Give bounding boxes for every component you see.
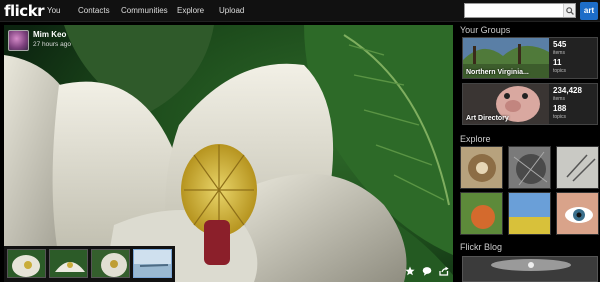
nav-upload[interactable]: Upload (219, 0, 244, 22)
top-nav: flickr You Contacts Communities Explore … (0, 0, 600, 22)
explore-title[interactable]: Explore (460, 134, 491, 144)
group-items-count: 234,428 (553, 86, 582, 95)
explore-photo[interactable] (460, 192, 503, 235)
search-icon[interactable] (563, 4, 575, 17)
nav-explore[interactable]: Explore (177, 0, 204, 22)
explore-photo[interactable] (556, 192, 599, 235)
explore-photo[interactable] (508, 146, 551, 189)
comment-icon[interactable] (420, 264, 434, 278)
group-card[interactable]: Northern Virginia... 545 items 11 topics (462, 37, 598, 79)
group-items-label: items (553, 50, 565, 56)
thumbnail[interactable] (49, 249, 88, 278)
blog-image[interactable] (462, 256, 598, 282)
group-topics-label: topics (553, 68, 567, 74)
explore-photo[interactable] (508, 192, 551, 235)
group-card[interactable]: Art Directory 234,428 items 188 topics (462, 83, 598, 125)
flickr-logo[interactable]: flickr (4, 2, 45, 20)
photostream-thumbnails (4, 246, 175, 282)
group-topics-count: 11 (553, 58, 562, 67)
groups-title[interactable]: Your Groups (460, 25, 510, 35)
explore-photo[interactable] (556, 146, 599, 189)
photo-viewer[interactable] (4, 25, 453, 282)
favorite-star-icon[interactable] (403, 264, 417, 278)
search-input[interactable] (465, 4, 563, 17)
thumbnail[interactable] (91, 249, 130, 278)
photo-owner: Mim Keo 27 hours ago (8, 30, 71, 51)
photo-actions (403, 264, 451, 278)
group-name: Northern Virginia... (466, 69, 529, 76)
posted-time: 27 hours ago (33, 41, 71, 48)
group-items-count: 545 (553, 40, 567, 49)
thumbnail[interactable] (7, 249, 46, 278)
right-sidebar: Your Groups Northern Virginia... 545 ite… (460, 22, 600, 282)
explore-photo[interactable] (460, 146, 503, 189)
owner-name[interactable]: Mim Keo (33, 30, 71, 39)
magnolia-photo (4, 25, 453, 282)
art-badge[interactable]: art (580, 2, 598, 20)
search-box (464, 3, 576, 18)
group-topics-count: 188 (553, 104, 567, 113)
nav-you[interactable]: You (47, 0, 61, 22)
nav-communities[interactable]: Communities (121, 0, 168, 22)
group-topics-label: topics (553, 114, 567, 120)
group-name: Art Directory (466, 115, 509, 122)
nav-contacts[interactable]: Contacts (78, 0, 110, 22)
avatar[interactable] (8, 30, 29, 51)
group-items-label: items (553, 96, 565, 102)
thumbnail[interactable] (133, 249, 172, 278)
share-icon[interactable] (437, 264, 451, 278)
blog-title[interactable]: Flickr Blog (460, 242, 502, 252)
